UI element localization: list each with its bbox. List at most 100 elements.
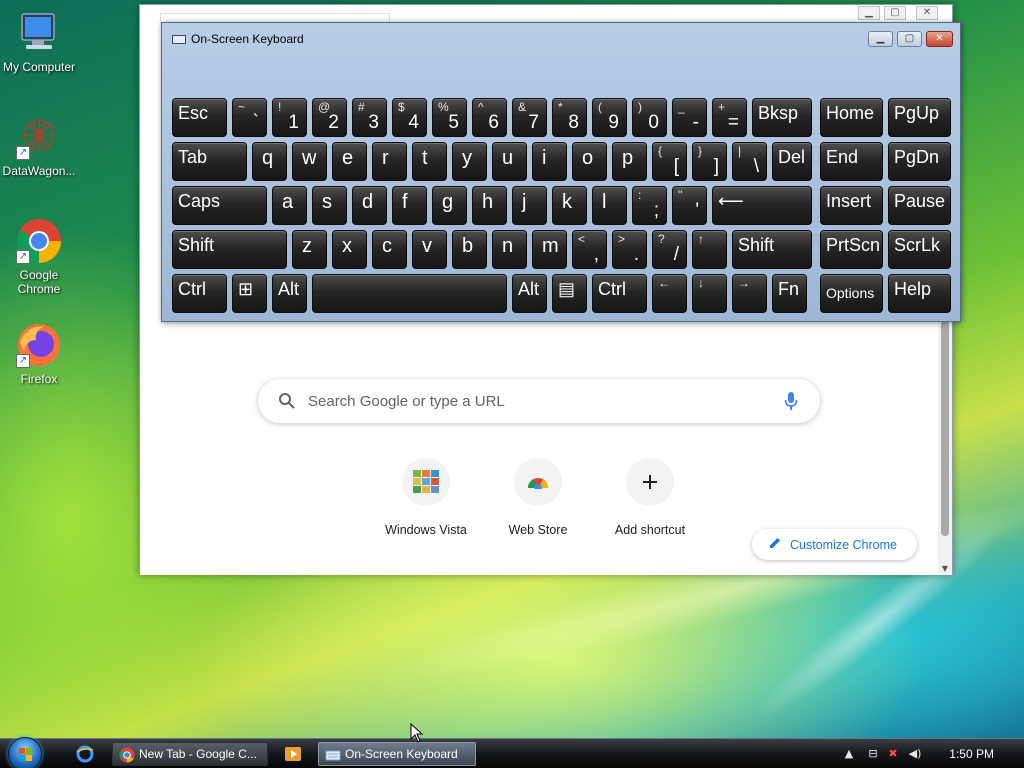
key-punct[interactable]: " ' xyxy=(672,186,707,225)
key-o[interactable]: o xyxy=(572,142,607,181)
key-space[interactable] xyxy=(312,274,507,313)
key-b[interactable]: b xyxy=(452,230,487,269)
key-fn[interactable]: Fn xyxy=(772,274,807,313)
key-c[interactable]: c xyxy=(372,230,407,269)
key-m[interactable]: m xyxy=(532,230,567,269)
key-punct[interactable]: _ - xyxy=(672,98,707,137)
key-punct[interactable]: :; xyxy=(632,186,667,225)
key-a[interactable]: a xyxy=(272,186,307,225)
key-punct[interactable]: ? / xyxy=(652,230,687,269)
key-h[interactable]: h xyxy=(472,186,507,225)
key-scrlk[interactable]: ScrLk xyxy=(888,230,951,269)
start-button[interactable] xyxy=(8,737,42,768)
key-p[interactable]: p xyxy=(612,142,647,181)
key-n[interactable]: n xyxy=(492,230,527,269)
desktop-icon-datawagon[interactable]: ↗ DataWagon... xyxy=(0,114,78,178)
key-punct[interactable]: | \ xyxy=(732,142,767,181)
key-help[interactable]: Help xyxy=(888,274,951,313)
key-1[interactable]: ! 1 xyxy=(272,98,307,137)
minimize-button[interactable]: ▁ xyxy=(858,6,880,20)
key-l[interactable]: l xyxy=(592,186,627,225)
key-punct[interactable]: }] xyxy=(692,142,727,181)
key-insert[interactable]: Insert xyxy=(820,186,883,225)
desktop-icon-my-computer[interactable]: My Computer xyxy=(0,10,78,74)
volume-icon[interactable]: ◀) xyxy=(908,747,922,761)
key-shift[interactable]: Shift xyxy=(172,230,287,269)
network-icon[interactable]: ⊟ xyxy=(866,747,880,761)
key-punct[interactable]: ↑ xyxy=(692,230,727,269)
desktop-icon-firefox[interactable]: ↗ Firefox xyxy=(0,322,78,386)
search-box[interactable] xyxy=(258,379,820,423)
key-ctrl[interactable]: Ctrl xyxy=(172,274,227,313)
key-9[interactable]: (9 xyxy=(592,98,627,137)
key-punct[interactable]: >. xyxy=(612,230,647,269)
key-options[interactable]: Options xyxy=(820,274,883,313)
osk-maximize-button[interactable]: ▢ xyxy=(897,31,922,47)
clock[interactable]: 1:50 PM xyxy=(949,747,994,761)
shortcut-windows-vista[interactable]: Windows Vista xyxy=(370,458,482,537)
key-i[interactable]: i xyxy=(532,142,567,181)
key-symbol[interactable]: ⟵ xyxy=(712,186,812,225)
key-t[interactable]: t xyxy=(412,142,447,181)
key-r[interactable]: r xyxy=(372,142,407,181)
key-pause[interactable]: Pause xyxy=(888,186,951,225)
internet-explorer-icon[interactable] xyxy=(76,745,94,763)
key-punct[interactable]: <, xyxy=(572,230,607,269)
key-0[interactable]: ) 0 xyxy=(632,98,667,137)
key-q[interactable]: q xyxy=(252,142,287,181)
key-d[interactable]: d xyxy=(352,186,387,225)
key-2[interactable]: @2 xyxy=(312,98,347,137)
key-symbol[interactable]: ▤ xyxy=(552,274,587,313)
key-home[interactable]: Home xyxy=(820,98,883,137)
key-prtscn[interactable]: PrtScn xyxy=(820,230,883,269)
key-pgdn[interactable]: PgDn xyxy=(888,142,951,181)
key-punct[interactable]: ~ ` xyxy=(232,98,267,137)
key-esc[interactable]: Esc xyxy=(172,98,227,137)
key-5[interactable]: % 5 xyxy=(432,98,467,137)
show-hidden-icons-icon[interactable]: ▲ xyxy=(842,747,856,761)
close-button[interactable]: ✕ xyxy=(916,6,938,20)
key-tab[interactable]: Tab xyxy=(172,142,247,181)
key-f[interactable]: f xyxy=(392,186,427,225)
shortcut-add[interactable]: Add shortcut xyxy=(594,458,706,537)
key-bksp[interactable]: Bksp xyxy=(752,98,812,137)
scrollbar-thumb[interactable] xyxy=(941,321,949,536)
key-g[interactable]: g xyxy=(432,186,467,225)
key-alt[interactable]: Alt xyxy=(272,274,307,313)
key-3[interactable]: #3 xyxy=(352,98,387,137)
taskbar-button-on-screen-keyboard[interactable]: On-Screen Keyboard xyxy=(318,742,476,766)
key-del[interactable]: Del xyxy=(772,142,812,181)
key-ctrl[interactable]: Ctrl xyxy=(592,274,647,313)
osk-titlebar[interactable]: On-Screen Keyboard ▁ ▢ ✕ xyxy=(162,23,960,53)
key-caps[interactable]: Caps xyxy=(172,186,267,225)
key-symbol[interactable]: ⊞ xyxy=(232,274,267,313)
customize-chrome-button[interactable]: Customize Chrome xyxy=(752,529,917,560)
key-punct[interactable]: ↓ xyxy=(692,274,727,313)
key-y[interactable]: y xyxy=(452,142,487,181)
key-6[interactable]: ^ 6 xyxy=(472,98,507,137)
key-shift[interactable]: Shift xyxy=(732,230,812,269)
key-z[interactable]: z xyxy=(292,230,327,269)
key-punct[interactable]: ← xyxy=(652,274,687,313)
key-4[interactable]: $4 xyxy=(392,98,427,137)
key-w[interactable]: w xyxy=(292,142,327,181)
chrome-scrollbar[interactable]: ▼ xyxy=(938,321,952,575)
key-punct[interactable]: → xyxy=(732,274,767,313)
key-j[interactable]: j xyxy=(512,186,547,225)
key-pgup[interactable]: PgUp xyxy=(888,98,951,137)
key-s[interactable]: s xyxy=(312,186,347,225)
key-end[interactable]: End xyxy=(820,142,883,181)
scroll-down-arrow-icon[interactable]: ▼ xyxy=(938,564,952,573)
key-v[interactable]: v xyxy=(412,230,447,269)
maximize-button[interactable]: ▢ xyxy=(884,6,906,20)
key-x[interactable]: x xyxy=(332,230,367,269)
search-input[interactable] xyxy=(308,389,768,413)
key-alt[interactable]: Alt xyxy=(512,274,547,313)
shortcut-web-store[interactable]: Web Store xyxy=(482,458,594,537)
key-punct[interactable]: + = xyxy=(712,98,747,137)
security-alert-icon[interactable]: ✖ xyxy=(886,747,900,761)
desktop-icon-google-chrome[interactable]: ↗ Google Chrome xyxy=(0,218,78,296)
microphone-icon[interactable] xyxy=(784,391,798,415)
key-8[interactable]: * 8 xyxy=(552,98,587,137)
key-u[interactable]: u xyxy=(492,142,527,181)
